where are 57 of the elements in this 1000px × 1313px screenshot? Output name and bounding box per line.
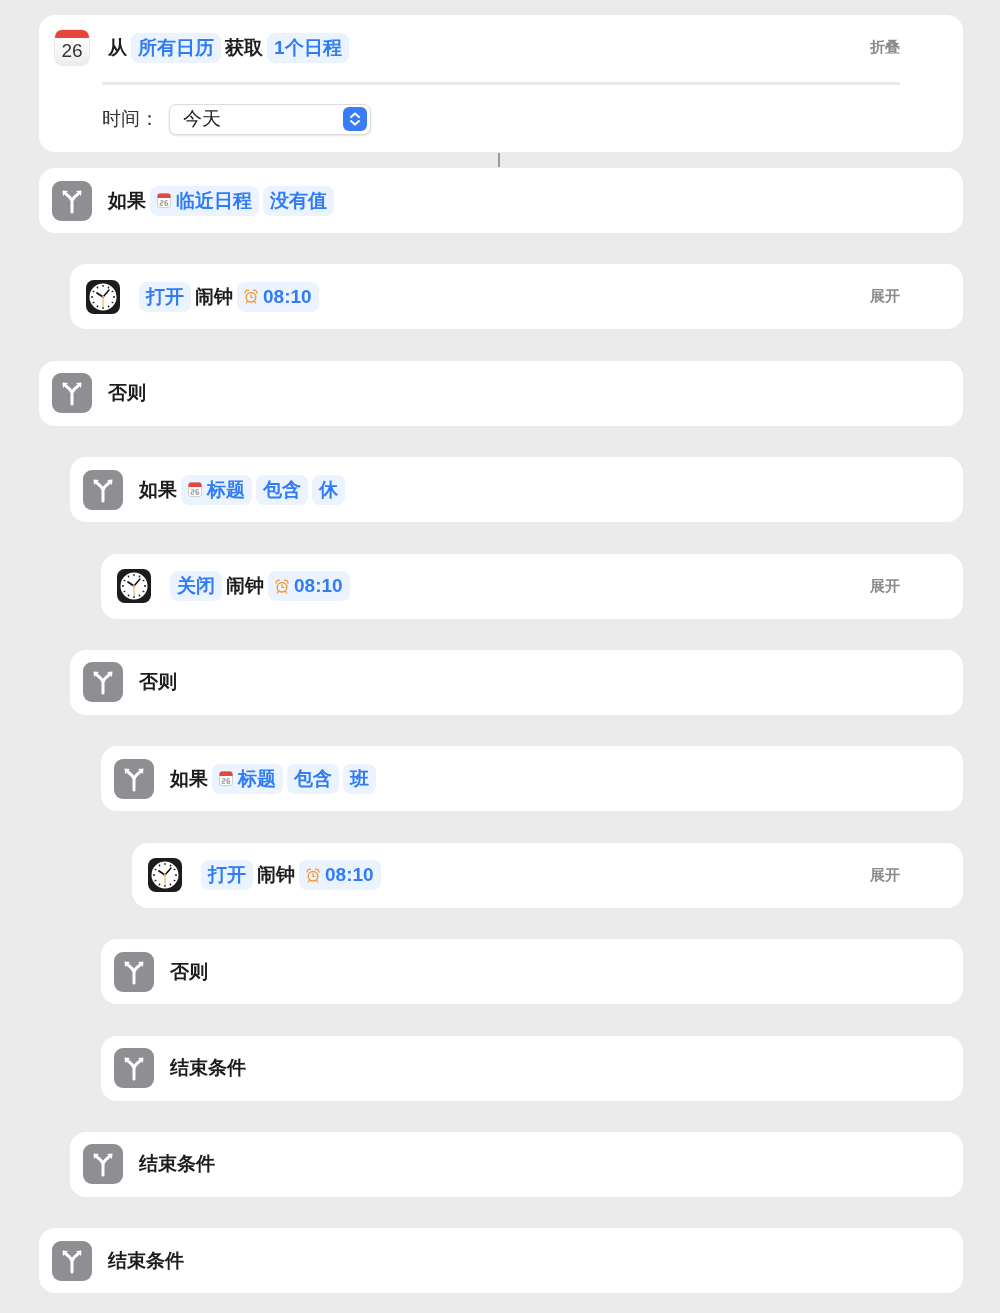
- branch-icon: [52, 180, 92, 221]
- action-label: 闹钟: [257, 863, 295, 888]
- parameter-token[interactable]: 包含: [287, 763, 339, 794]
- branch-icon: [52, 1240, 92, 1281]
- action-label: 从: [108, 35, 127, 60]
- toggle-link[interactable]: 展开: [870, 576, 900, 596]
- parameter-token[interactable]: 休: [312, 474, 345, 505]
- clock-icon: [148, 858, 182, 893]
- action-label: 如果: [108, 188, 146, 213]
- variable-token[interactable]: 08:10: [237, 281, 319, 312]
- action-label: 闹钟: [226, 574, 264, 599]
- action-label: 否则: [139, 670, 177, 695]
- field-label: 时间：: [102, 107, 159, 131]
- calendar-icon: [219, 771, 233, 787]
- branch-icon: [114, 1048, 154, 1088]
- action-label: 如果: [139, 477, 177, 502]
- action-label: 闹钟: [195, 284, 233, 309]
- calendar-icon: [188, 482, 202, 498]
- parameter-token[interactable]: 1个日程: [267, 32, 349, 63]
- toggle-link[interactable]: 折叠: [870, 38, 900, 57]
- parameter-token[interactable]: 包含: [256, 474, 308, 505]
- alarm-clock-icon: [244, 289, 258, 305]
- action-label: 如果: [170, 766, 208, 791]
- variable-token[interactable]: 08:10: [268, 571, 350, 602]
- branch-icon: [114, 951, 154, 992]
- variable-token[interactable]: 标题: [212, 763, 283, 794]
- action-label: 结束条件: [108, 1248, 184, 1273]
- branch-icon: [83, 662, 123, 703]
- parameter-token[interactable]: 班: [343, 763, 376, 794]
- clock-icon: [86, 279, 120, 314]
- parameter-token[interactable]: 关闭: [170, 571, 222, 602]
- parameter-token[interactable]: 没有值: [263, 185, 334, 216]
- branch-icon: [52, 373, 92, 414]
- action-label: 否则: [170, 959, 208, 984]
- alarm-clock-icon: [306, 867, 320, 883]
- branch-icon: [114, 758, 154, 799]
- action-label: 否则: [108, 381, 146, 406]
- parameter-token[interactable]: 所有日历: [131, 32, 221, 63]
- variable-token[interactable]: 临近日程: [150, 185, 259, 216]
- parameter-token[interactable]: 打开: [139, 281, 191, 312]
- calendar-date: 26: [61, 39, 83, 63]
- calendar-icon: [157, 193, 171, 208]
- connector-line: [498, 153, 500, 167]
- action-label: 结束条件: [139, 1152, 215, 1177]
- action-label: 结束条件: [170, 1056, 246, 1080]
- toggle-link[interactable]: 展开: [870, 287, 900, 307]
- time-select[interactable]: 今天: [169, 103, 371, 135]
- variable-token[interactable]: 标题: [181, 474, 252, 505]
- parameter-token[interactable]: 打开: [201, 860, 253, 891]
- clock-icon: [117, 569, 151, 604]
- toggle-link[interactable]: 展开: [870, 865, 900, 885]
- action-label: 获取: [225, 35, 263, 60]
- alarm-clock-icon: [275, 578, 289, 594]
- branch-icon: [83, 469, 123, 510]
- variable-token[interactable]: 08:10: [299, 860, 381, 891]
- stepper-icon: [343, 107, 367, 131]
- branch-icon: [83, 1144, 123, 1185]
